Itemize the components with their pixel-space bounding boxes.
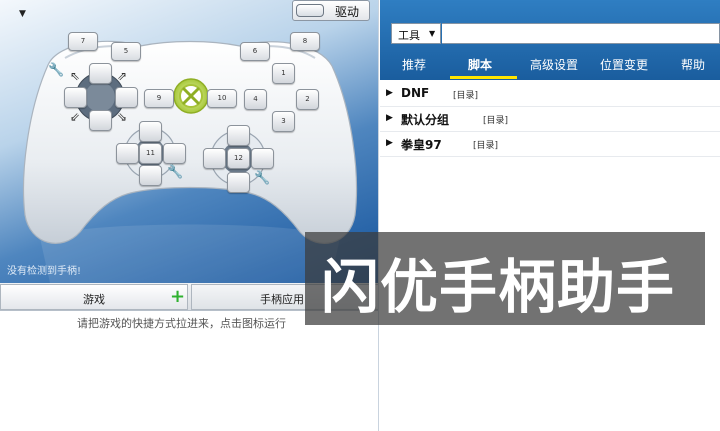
- nav-item-advanced[interactable]: 高级设置: [530, 56, 578, 73]
- active-tab-underline: [450, 76, 517, 79]
- nav-item-scripts[interactable]: 脚本: [468, 56, 492, 73]
- script-list: ▶ DNF [目录] ▶ 默认分组 [目录] ▶ 拳皇97 [目录]: [380, 82, 720, 157]
- list-item[interactable]: ▶ 拳皇97 [目录]: [380, 132, 720, 157]
- dpad-down-left-icon[interactable]: ⇙: [70, 110, 80, 124]
- nav-bar: 推荐 脚本 高级设置 位置变更 帮助: [380, 52, 720, 80]
- tab-games-label: 游戏: [83, 293, 105, 306]
- dropdown-caret-icon: ▼: [429, 29, 436, 38]
- left-stick-right-button[interactable]: [163, 143, 186, 164]
- left-stick-down-button[interactable]: [139, 165, 162, 186]
- controller-button-8[interactable]: 8: [290, 32, 320, 51]
- dpad-up-left-icon[interactable]: ⇖: [70, 69, 80, 83]
- left-panel: ▼ 驱动 7 5 6 8 9 10 1 4 2 3 ⇖ ⇗ ⇙ ⇘ 11 12 …: [0, 0, 379, 431]
- controller-button-3[interactable]: 3: [272, 111, 295, 132]
- left-stick-left-button[interactable]: [116, 143, 139, 164]
- script-group-name: DNF: [401, 86, 430, 100]
- dpad-down-button[interactable]: [89, 110, 112, 131]
- wrench-icon[interactable]: 🔧: [48, 63, 64, 78]
- app-window: ▼ 驱动 7 5 6 8 9 10 1 4 2 3 ⇖ ⇗ ⇙ ⇘ 11 12 …: [0, 0, 720, 431]
- right-header: 工具 ▼ 推荐 脚本 高级设置 位置变更 帮助: [380, 0, 720, 80]
- plus-icon[interactable]: +: [170, 286, 185, 307]
- dpad-up-right-icon[interactable]: ⇗: [117, 69, 127, 83]
- drop-hint-text: 请把游戏的快捷方式拉进来，点击图标运行: [77, 317, 286, 330]
- left-stick-up-button[interactable]: [139, 121, 162, 142]
- drive-button[interactable]: 驱动: [292, 0, 370, 21]
- controller-button-6[interactable]: 6: [240, 42, 270, 61]
- dpad-left-button[interactable]: [64, 87, 87, 108]
- list-item[interactable]: ▶ 默认分组 [目录]: [380, 107, 720, 132]
- controller-button-11[interactable]: 11: [139, 143, 162, 164]
- script-group-name: 默认分组: [401, 113, 450, 127]
- list-item[interactable]: ▶ DNF [目录]: [380, 82, 720, 107]
- nav-item-recommend[interactable]: 推荐: [402, 56, 426, 73]
- controller-button-4[interactable]: 4: [244, 89, 267, 110]
- directory-tag: [目录]: [453, 91, 479, 101]
- tool-select-value: 工具: [398, 29, 420, 42]
- collapse-arrow-icon[interactable]: ▼: [19, 9, 26, 19]
- controller-button-10[interactable]: 10: [207, 89, 237, 108]
- dpad-down-right-icon[interactable]: ⇘: [117, 110, 127, 124]
- controller-button-2[interactable]: 2: [296, 89, 319, 110]
- right-stick-up-button[interactable]: [227, 125, 250, 146]
- controller-button-1[interactable]: 1: [272, 63, 295, 84]
- controller-button-7[interactable]: 7: [68, 32, 98, 51]
- expand-triangle-icon[interactable]: ▶: [386, 138, 393, 148]
- directory-tag: [目录]: [483, 116, 509, 126]
- nav-item-help[interactable]: 帮助: [681, 56, 705, 73]
- wrench-icon[interactable]: 🔧: [167, 165, 183, 180]
- expand-triangle-icon[interactable]: ▶: [386, 88, 393, 98]
- dpad-up-button[interactable]: [89, 63, 112, 84]
- script-group-name: 拳皇97: [401, 138, 442, 152]
- tab-games[interactable]: 游戏 +: [0, 284, 188, 310]
- right-stick-down-button[interactable]: [227, 172, 250, 193]
- right-stick-right-button[interactable]: [251, 148, 274, 169]
- banner-title: 闪优手柄助手: [321, 253, 676, 321]
- xbox-logo-icon: [173, 78, 209, 114]
- controller-status-text: 没有检测到手柄!: [7, 266, 82, 277]
- controller-button-9[interactable]: 9: [144, 89, 174, 108]
- directory-tag: [目录]: [473, 141, 499, 151]
- right-stick-left-button[interactable]: [203, 148, 226, 169]
- drive-button-label: 驱动: [335, 5, 360, 19]
- wrench-icon[interactable]: 🔧: [254, 171, 270, 186]
- controller-button-12[interactable]: 12: [227, 148, 250, 169]
- controller-button-5[interactable]: 5: [111, 42, 141, 61]
- nav-item-position[interactable]: 位置变更: [600, 56, 648, 73]
- right-panel: 工具 ▼ 推荐 脚本 高级设置 位置变更 帮助 ▶ DNF [目录] ▶ 默认分…: [380, 0, 720, 431]
- tool-select[interactable]: 工具 ▼: [391, 23, 441, 44]
- expand-triangle-icon[interactable]: ▶: [386, 113, 393, 123]
- dpad-right-button[interactable]: [115, 87, 138, 108]
- tool-input[interactable]: [442, 23, 720, 44]
- tab-pad-apps-label: 手柄应用: [260, 293, 304, 306]
- title-banner: 闪优手柄助手: [305, 232, 705, 325]
- drive-toggle-icon: [296, 4, 324, 17]
